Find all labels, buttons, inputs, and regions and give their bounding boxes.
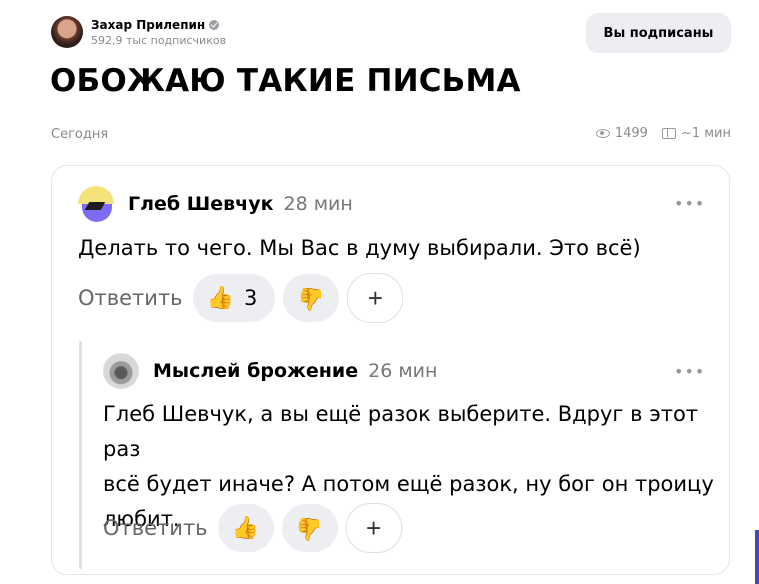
comment-actions: Ответить 👍 3 👍 + xyxy=(78,273,404,323)
reply-button[interactable]: Ответить xyxy=(78,286,183,310)
comment-time: 28 мин xyxy=(283,193,353,215)
comment-text: Делать то чего. Мы Вас в думу выбирали. … xyxy=(78,236,641,260)
reply-commenter-name[interactable]: Мыслей брожение xyxy=(153,360,358,382)
reply-more-icon[interactable]: ••• xyxy=(674,362,705,381)
like-count: 3 xyxy=(243,286,258,310)
dislike-button[interactable]: 👍 xyxy=(281,504,338,552)
reply-text-line: Глеб Шевчук, а вы ещё разок выберите. Вд… xyxy=(103,402,699,461)
subscribed-button[interactable]: Вы подписаны xyxy=(586,13,731,53)
author-name-row: Захар Прилепин xyxy=(91,18,226,32)
reply-commenter-avatar[interactable] xyxy=(103,353,139,389)
reply-comment-header: Мыслей брожение 26 мин xyxy=(103,353,437,389)
book-icon xyxy=(661,128,676,139)
thumbs-up-icon: 👍 xyxy=(231,515,260,541)
article-stats: 1499 ~1 мин xyxy=(595,126,731,141)
subscriber-count: 592,9 тыс подписчиков xyxy=(91,33,227,47)
thumbs-down-icon: 👍 xyxy=(295,515,324,541)
reply-button[interactable]: Ответить xyxy=(103,516,208,540)
publish-date: Сегодня xyxy=(51,127,109,142)
like-button[interactable]: 👍 xyxy=(217,504,274,552)
comment-header: Глеб Шевчук 28 мин xyxy=(78,186,353,222)
commenter-avatar[interactable] xyxy=(78,186,114,222)
thumbs-down-icon: 👍 xyxy=(297,285,326,311)
reply-text-line: всё будет иначе? А потом ещё разок, ну б… xyxy=(103,472,714,496)
article-title: ОБОЖАЮ ТАКИЕ ПИСЬМА xyxy=(50,63,521,99)
reply-comment-time: 26 мин xyxy=(368,360,438,382)
author-avatar[interactable] xyxy=(51,16,83,48)
views-count: 1499 xyxy=(614,126,648,141)
thread-line xyxy=(79,341,82,569)
more-icon[interactable]: ••• xyxy=(674,194,705,213)
comments-card: Глеб Шевчук 28 мин ••• Делать то чего. М… xyxy=(51,165,730,575)
author-info[interactable]: Захар Прилепин 592,9 тыс подписчиков xyxy=(51,16,226,48)
eye-icon xyxy=(595,129,610,138)
thumbs-up-icon: 👍 xyxy=(206,285,234,311)
verified-icon xyxy=(209,19,220,30)
author-name[interactable]: Захар Прилепин xyxy=(91,18,205,32)
read-time-stat: ~1 мин xyxy=(661,126,731,141)
commenter-name[interactable]: Глеб Шевчук xyxy=(128,193,274,215)
like-button[interactable]: 👍 3 xyxy=(192,274,276,322)
scroll-edge-accent xyxy=(755,530,759,584)
read-time: ~1 мин xyxy=(680,126,731,141)
reply-comment-actions: Ответить 👍 👍 + xyxy=(103,503,402,553)
dislike-button[interactable]: 👍 xyxy=(283,274,340,322)
add-reaction-button[interactable]: + xyxy=(347,273,404,323)
views-stat: 1499 xyxy=(595,126,648,141)
add-reaction-button[interactable]: + xyxy=(345,503,402,553)
